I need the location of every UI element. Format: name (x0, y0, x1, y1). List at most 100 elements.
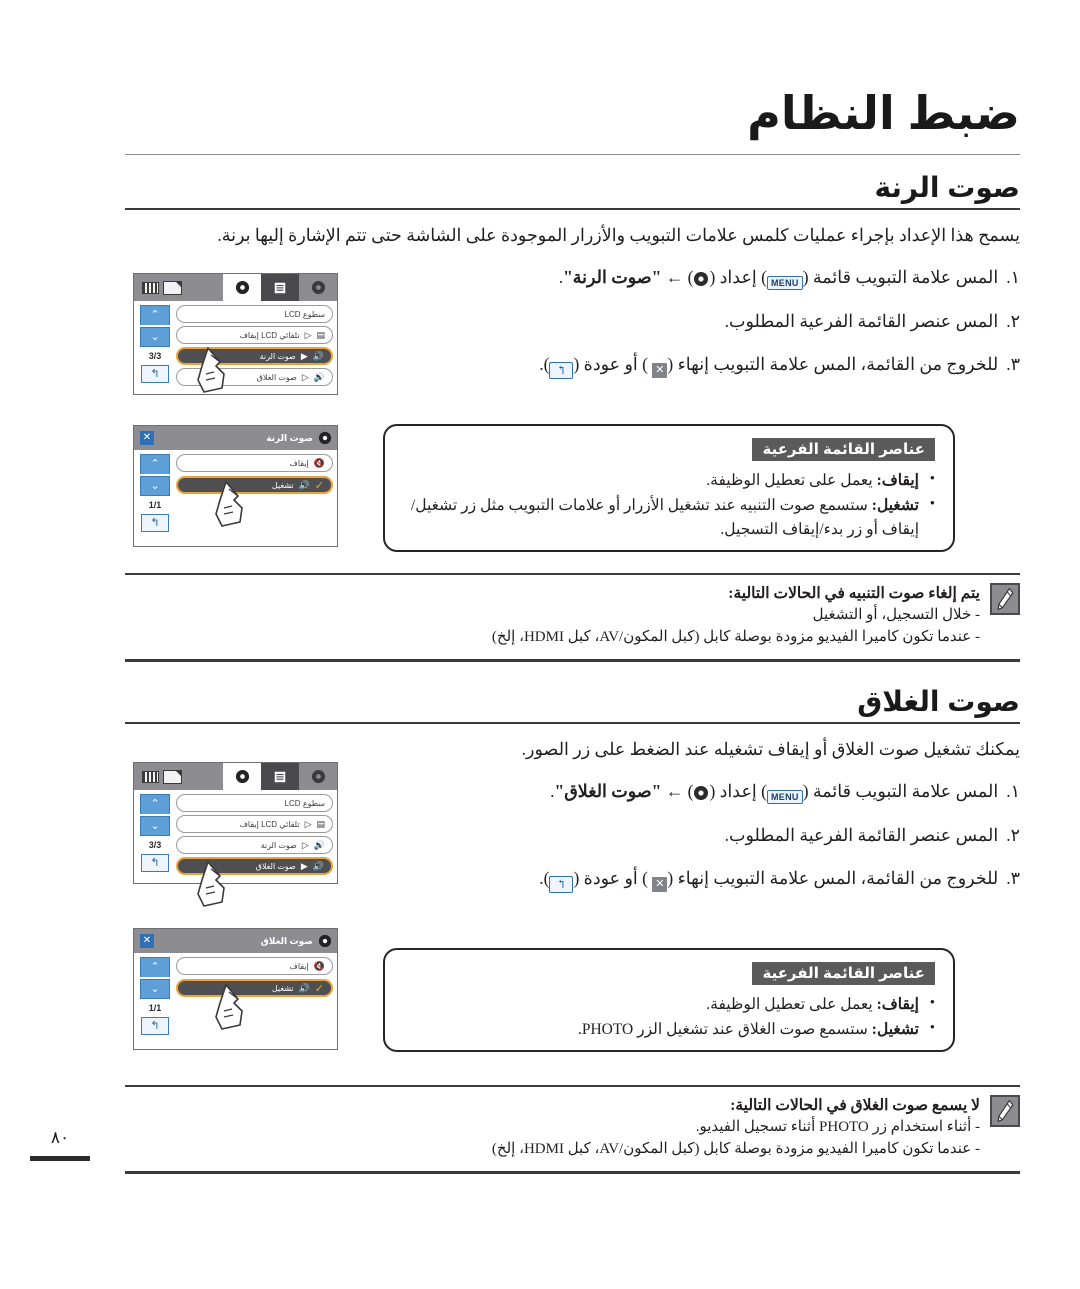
sd-card-icon (163, 769, 182, 784)
menu-row[interactable]: ▤ ▷ تلقائي LCD إيقاف (176, 815, 333, 833)
tab-setting-active[interactable] (223, 763, 261, 790)
gear-icon (235, 280, 249, 295)
page-header: ضبط النظام (125, 90, 1020, 168)
sd-card-icon (163, 280, 182, 295)
tab-setting-active[interactable] (223, 274, 261, 301)
back-button[interactable]: ↰ (141, 1017, 169, 1035)
back-button[interactable]: ↰ (141, 854, 169, 872)
menu-row-selected[interactable]: 🔊 ▶ صوت الغلاق (176, 857, 333, 875)
menu-row[interactable]: ▤ ▷ تلقائي LCD إيقاف (176, 326, 333, 344)
submenu-row-off[interactable]: 🔇 إيقاف (176, 957, 333, 975)
gear-icon (693, 268, 709, 287)
note-item-text: يعمل على تعطيل الوظيفة. (706, 472, 877, 489)
lcd-submenu-screen-shutter[interactable]: صوت الغلاق ✕ ⌃ ⌄ 1/1 ↰ 🔇 إيقاف ✓ 🔊 تشغيل (133, 928, 338, 1050)
scroll-down-button[interactable]: ⌄ (140, 979, 170, 999)
note-item-text: ستسمع صوت التنبيه عند تشغيل الأزرار أو ع… (410, 497, 919, 538)
close-icon[interactable]: ✕ (140, 431, 154, 445)
lcd-nav-column: ⌃ ⌄ 1/1 ↰ (138, 454, 172, 542)
lcd-body: ⌃ ⌄ 1/1 ↰ 🔇 إيقاف ✓ 🔊 تشغيل (134, 450, 337, 546)
scroll-up-button[interactable]: ⌃ (140, 794, 170, 814)
submenu-row-on[interactable]: ✓ 🔊 تشغيل (176, 476, 333, 494)
submenu-title: صوت الغلاق (260, 935, 313, 946)
menu-list-icon (274, 771, 286, 782)
back-button[interactable]: ↰ (141, 514, 169, 532)
chevron-icon: ▷ (304, 329, 312, 340)
notebox-list: إيقاف: يعمل على تعطيل الوظيفة. تشغيل: ست… (403, 468, 935, 541)
submenu-row-off[interactable]: 🔇 إيقاف (176, 454, 333, 472)
menu-row[interactable]: 🔊 ▷ صوت الرنة (176, 836, 333, 854)
tab-menu-list[interactable] (261, 274, 299, 301)
gear-icon (311, 769, 325, 784)
menu-row-label: تلقائي LCD إيقاف (239, 330, 300, 340)
lcd-submenu-rows: 🔇 إيقاف ✓ 🔊 تشغيل (176, 454, 333, 542)
tab-menu-list[interactable] (261, 763, 299, 790)
lcd-menu-screen-shutter[interactable]: ⌃ ⌄ 3/3 ↰ سطوع LCD ▤ ▷ تلقائي LCD إيقاف … (133, 762, 338, 907)
menu-row[interactable]: سطوع LCD (176, 305, 333, 323)
chevron-icon: ▷ (304, 818, 312, 829)
scroll-down-button[interactable]: ⌄ (140, 816, 170, 836)
menu-row-label: سطوع LCD (284, 309, 325, 319)
speaker-mute-icon: 🔇 (313, 960, 325, 971)
step-text: المس عنصر القائمة الفرعية المطلوب. (724, 310, 999, 331)
scroll-down-button[interactable]: ⌄ (140, 327, 170, 347)
menu-row-label: صوت الغلاق (256, 372, 297, 382)
step-number: ٢. (1006, 824, 1020, 845)
warning-line: - عندما تكون كاميرا الفيديو مزودة بوصلة … (491, 1141, 980, 1158)
step-number: ٢. (1006, 310, 1020, 331)
lcd-submenu-screen-ring[interactable]: صوت الرنة ✕ ⌃ ⌄ 1/1 ↰ 🔇 إيقاف ✓ 🔊 تشغيل (133, 425, 338, 547)
speaker-icon: 🔊 (312, 350, 324, 361)
submenu-row-on[interactable]: ✓ 🔊 تشغيل (176, 979, 333, 997)
warning-note-ring: يتم إلغاء صوت التنبيه في الحالات التالية… (125, 573, 1020, 662)
lcd-auto-icon: ▤ (316, 329, 325, 340)
scroll-up-button[interactable]: ⌃ (140, 305, 170, 325)
lcd-tab-bar (134, 274, 337, 301)
close-icon: ✕ (652, 362, 668, 378)
submenu-row-label: إيقاف (289, 961, 309, 971)
page-indicator: 1/1 (148, 500, 162, 510)
back-arrow-icon: ↰ (549, 361, 574, 379)
page-indicator: 3/3 (148, 351, 162, 361)
scroll-down-button[interactable]: ⌄ (140, 476, 170, 496)
step-number: ١. (1006, 267, 1020, 288)
lcd-submenu-rows: 🔇 إيقاف ✓ 🔊 تشغيل (176, 957, 333, 1045)
note-item-term: تشغيل: (871, 1021, 919, 1039)
step-text-part: ). (539, 867, 550, 888)
menu-row-label: صوت الرنة (259, 351, 296, 361)
step-text-part: للخروج من القائمة، المس علامة التبويب إن… (667, 353, 999, 374)
menu-row-label: صوت الغلاق (255, 861, 296, 871)
chevron-icon: ▷ (301, 371, 309, 382)
scroll-up-button[interactable]: ⌃ (140, 454, 170, 474)
gear-icon (318, 934, 332, 948)
speaker-icon: 🔊 (298, 479, 310, 490)
step-bold-term: "صوت الغلاق" (554, 781, 662, 802)
step-text: المس عنصر القائمة الفرعية المطلوب. (724, 824, 999, 845)
gear-icon (235, 769, 249, 784)
tab-setting-left[interactable] (299, 274, 337, 301)
gear-icon (318, 431, 332, 445)
close-icon[interactable]: ✕ (140, 934, 154, 948)
tab-spacer (182, 763, 223, 790)
step-text-part: ) ← (661, 267, 694, 288)
menu-row[interactable]: 🔊 ▷ صوت الغلاق (176, 368, 333, 386)
note-item: تشغيل: ستسمع صوت التنبيه عند تشغيل الأزر… (403, 493, 935, 541)
menu-list-icon (274, 282, 286, 293)
step-number: ٣. (1006, 867, 1020, 888)
chevron-icon: ▶ (300, 860, 308, 871)
menu-row-selected[interactable]: 🔊 ▶ صوت الرنة (176, 347, 333, 365)
lcd-title-bar: صوت الرنة ✕ (134, 426, 337, 450)
page-indicator: 3/3 (148, 840, 162, 850)
menu-row[interactable]: سطوع LCD (176, 794, 333, 812)
back-button[interactable]: ↰ (141, 365, 169, 383)
submenu-row-label: تشغيل (271, 983, 294, 993)
tab-setting-left[interactable] (299, 763, 337, 790)
lcd-menu-screen-ring[interactable]: ⌃ ⌄ 3/3 ↰ سطوع LCD ▤ ▷ تلقائي LCD إيقاف … (133, 273, 338, 395)
scroll-up-button[interactable]: ⌃ (140, 957, 170, 977)
page-indicator: 1/1 (148, 1003, 162, 1013)
check-icon: ✓ (314, 479, 324, 492)
submenu-row-label: إيقاف (289, 458, 309, 468)
section-title: صوت الغلاق (857, 686, 1020, 717)
warning-note-shutter: لا يسمع صوت الغلاق في الحالات التالية: -… (125, 1085, 1020, 1174)
chevron-icon: ▶ (300, 350, 308, 361)
manual-page: ضبط النظام صوت الرنة يسمح هذا الإعداد بإ… (0, 0, 1080, 1289)
gear-icon (311, 280, 325, 295)
